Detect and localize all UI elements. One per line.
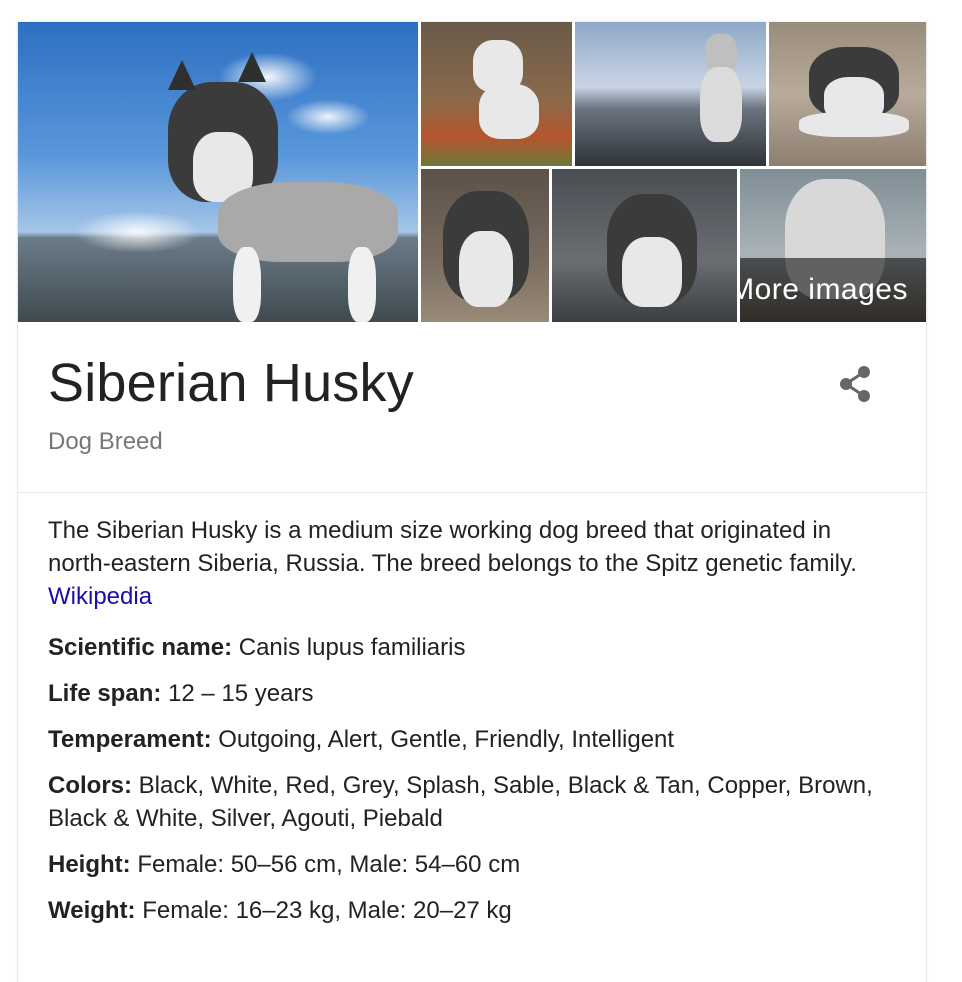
knowledge-panel: More images Siberian Husky Dog Breed The… xyxy=(18,22,926,982)
panel-body: The Siberian Husky is a medium size work… xyxy=(48,514,888,940)
entity-subtitle: Dog Breed xyxy=(48,428,163,455)
dog-body xyxy=(700,67,742,142)
facts-list: Scientific name: Canis lupus familiaris … xyxy=(48,631,888,927)
description: The Siberian Husky is a medium size work… xyxy=(48,514,888,613)
fact-value: Black, White, Red, Grey, Splash, Sable, … xyxy=(48,772,873,832)
fact-scientific-name: Scientific name: Canis lupus familiaris xyxy=(48,631,888,664)
husky-portrait-image[interactable] xyxy=(421,169,549,322)
more-images-button[interactable]: More images xyxy=(740,258,926,322)
husky-blue-eyes-image[interactable]: More images xyxy=(740,169,926,322)
fact-value: Outgoing, Alert, Gentle, Friendly, Intel… xyxy=(218,726,675,753)
husky-mountain-image[interactable] xyxy=(18,22,418,322)
fact-label: Height: xyxy=(48,851,131,878)
fact-weight: Weight: Female: 16–23 kg, Male: 20–27 kg xyxy=(48,894,888,927)
dog-paws xyxy=(799,112,909,137)
fact-colors: Colors: Black, White, Red, Grey, Splash,… xyxy=(48,769,888,835)
fact-value: Female: 50–56 cm, Male: 54–60 cm xyxy=(137,851,521,878)
fact-label: Life span: xyxy=(48,680,162,707)
share-icon[interactable] xyxy=(834,362,878,406)
dog-leg xyxy=(348,247,376,322)
dog-face xyxy=(459,231,513,307)
dog-ear xyxy=(168,60,196,90)
dog-face xyxy=(622,237,682,307)
fact-label: Scientific name: xyxy=(48,634,233,661)
fact-label: Weight: xyxy=(48,897,136,924)
fact-label: Temperament: xyxy=(48,726,212,753)
wikipedia-link[interactable]: Wikipedia xyxy=(48,583,152,610)
puppy-body xyxy=(479,84,539,139)
fact-life-span: Life span: 12 – 15 years xyxy=(48,677,888,710)
husky-puppy-image[interactable] xyxy=(421,22,572,166)
image-gallery: More images xyxy=(18,22,926,322)
husky-smiling-image[interactable] xyxy=(552,169,737,322)
fact-label: Colors: xyxy=(48,772,132,799)
fact-value: 12 – 15 years xyxy=(168,680,314,707)
page-title: Siberian Husky xyxy=(48,353,414,413)
husky-beach-image[interactable] xyxy=(575,22,766,166)
fact-temperament: Temperament: Outgoing, Alert, Gentle, Fr… xyxy=(48,723,888,756)
entity-header: Siberian Husky Dog Breed xyxy=(18,322,926,493)
dog-ear xyxy=(238,52,266,82)
husky-resting-image[interactable] xyxy=(769,22,926,166)
description-text: The Siberian Husky is a medium size work… xyxy=(48,517,857,577)
fact-value: Female: 16–23 kg, Male: 20–27 kg xyxy=(142,897,512,924)
dog-leg xyxy=(233,247,261,322)
fact-value: Canis lupus familiaris xyxy=(238,634,466,661)
fact-height: Height: Female: 50–56 cm, Male: 54–60 cm xyxy=(48,848,888,881)
